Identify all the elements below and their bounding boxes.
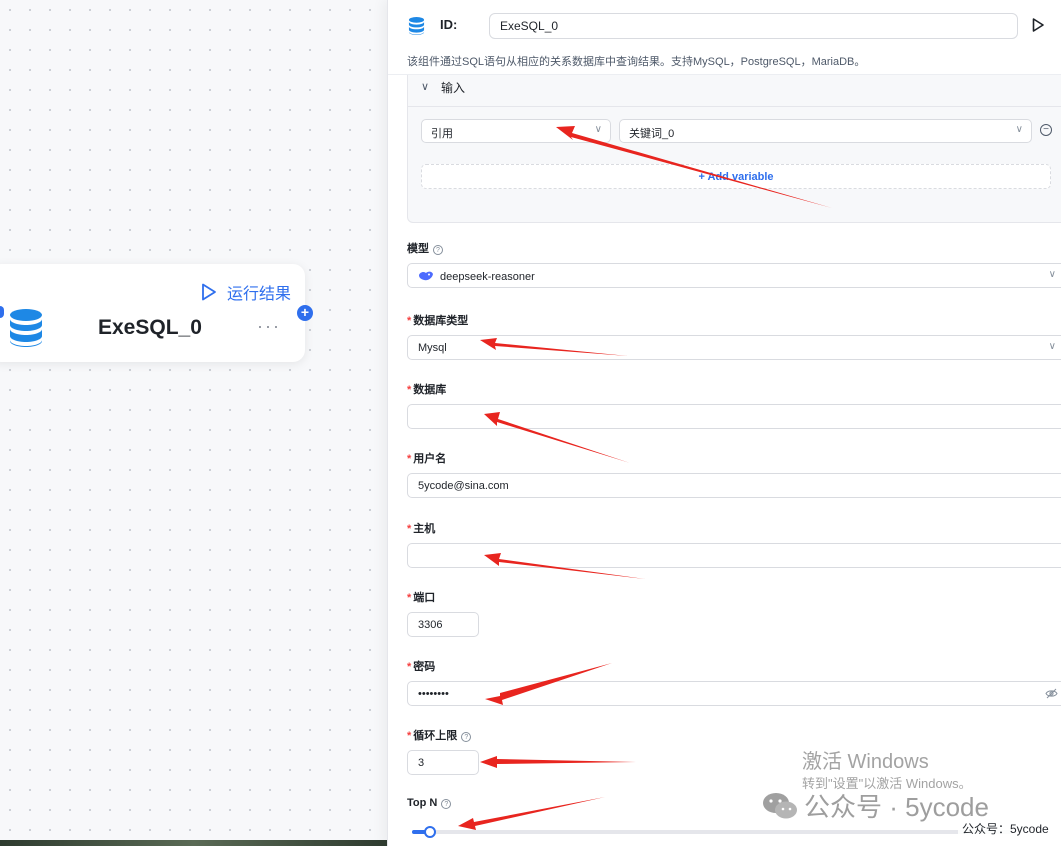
database-label-text: 数据库	[413, 384, 447, 396]
id-label: ID:	[440, 17, 458, 32]
properties-panel: ID: 该组件通过SQL语句从相应的关系数据库中查询结果。支持MySQL，Pos…	[387, 0, 1061, 846]
loop-limit-label-text: 循环上限	[413, 730, 458, 742]
id-input[interactable]	[489, 13, 1018, 39]
chevron-down-icon: ∨	[1048, 341, 1056, 352]
host-label: * 主机	[407, 520, 435, 536]
required-mark: *	[407, 315, 412, 327]
loop-limit-label: * 循环上限?	[407, 727, 472, 743]
model-label-text: 模型	[407, 243, 429, 255]
username-label-text: 用户名	[413, 453, 447, 465]
wechat-icon	[763, 793, 797, 819]
required-mark: *	[407, 453, 412, 465]
add-variable-button[interactable]: + Add variable	[421, 164, 1051, 189]
taskbar-edge	[0, 840, 387, 846]
exesql-node[interactable]: 运行结果 ExeSQL_0 ···	[0, 264, 305, 362]
input-section-title: 输入	[441, 81, 466, 95]
variable-type-select[interactable]: 引用 ∨	[421, 119, 611, 143]
run-result-label: 运行结果	[226, 286, 291, 303]
top-n-label: Top N?	[407, 797, 452, 809]
add-node-icon[interactable]: +	[297, 305, 313, 321]
required-mark: *	[407, 661, 412, 673]
run-icon[interactable]	[1032, 18, 1044, 32]
top-n-slider-track[interactable]	[412, 830, 1012, 834]
eye-off-icon[interactable]	[1045, 688, 1058, 699]
top-n-label-text: Top N	[407, 797, 438, 809]
help-icon[interactable]: ?	[441, 799, 452, 809]
input-section-header[interactable]: ∨ 输入	[408, 75, 1061, 107]
model-label: 模型?	[407, 240, 443, 256]
username-label: * 用户名	[407, 450, 446, 466]
chevron-down-icon: ∨	[1015, 124, 1023, 135]
db-type-value: Mysql	[418, 342, 447, 354]
deepseek-logo-icon	[419, 271, 433, 281]
db-type-label: * 数据库类型	[407, 312, 468, 328]
help-icon[interactable]: ?	[433, 245, 443, 255]
password-value: ••••••••	[418, 688, 449, 700]
plus-icon: +	[698, 171, 708, 183]
database-label: * 数据库	[407, 381, 446, 397]
run-result-button[interactable]: 运行结果	[201, 280, 291, 304]
more-icon[interactable]: ···	[257, 316, 281, 337]
port-label-text: 端口	[413, 592, 436, 604]
input-section: ∨ 输入 引用 ∨ 关键词_0 ∨ − + Add variable	[407, 75, 1061, 223]
variable-type-value: 引用	[431, 128, 453, 140]
db-type-label-text: 数据库类型	[413, 315, 469, 327]
remove-variable-icon[interactable]: −	[1040, 124, 1052, 136]
required-mark: *	[407, 523, 412, 535]
host-label-text: 主机	[413, 523, 436, 535]
add-variable-label: Add variable	[707, 171, 774, 183]
password-label: * 密码	[407, 658, 435, 674]
variable-value-select[interactable]: 关键词_0 ∨	[619, 119, 1032, 143]
chevron-down-icon: ∨	[594, 124, 602, 135]
password-input[interactable]: ••••••••	[407, 681, 1061, 706]
required-mark: *	[407, 730, 412, 742]
database-icon	[10, 309, 42, 347]
play-icon	[202, 283, 216, 301]
password-label-text: 密码	[413, 661, 436, 673]
required-mark: *	[407, 592, 412, 604]
model-select[interactable]: deepseek-reasoner ∨	[407, 263, 1061, 288]
required-mark: *	[407, 384, 412, 396]
port-input[interactable]: 3306	[407, 612, 479, 637]
db-type-select[interactable]: Mysql ∨	[407, 335, 1061, 360]
wechat-account-label: 公众号：5ycode	[958, 819, 1053, 838]
top-n-slider-handle[interactable]	[424, 826, 436, 838]
port-label: * 端口	[407, 589, 435, 605]
chevron-down-icon[interactable]: ∨	[421, 80, 429, 93]
component-description: 该组件通过SQL语句从相应的关系数据库中查询结果。支持MySQL，Postgre…	[407, 56, 866, 68]
database-icon	[408, 17, 425, 35]
help-icon[interactable]: ?	[461, 732, 472, 742]
username-input[interactable]: 5ycode@sina.com	[407, 473, 1061, 498]
loop-limit-input[interactable]: 3	[407, 750, 479, 775]
database-input[interactable]	[407, 404, 1061, 429]
wechat-brand-text: 公众号 · 5ycode	[804, 792, 989, 822]
host-input[interactable]	[407, 543, 1061, 568]
node-title: ExeSQL_0	[98, 316, 202, 339]
model-value: deepseek-reasoner	[440, 271, 535, 283]
activate-windows-title: 激活 Windows	[802, 751, 929, 773]
chevron-down-icon: ∨	[1048, 269, 1056, 280]
wechat-watermark: 公众号 · 5ycode	[762, 787, 989, 824]
variable-value: 关键词_0	[629, 128, 675, 140]
panel-header: ID: 该组件通过SQL语句从相应的关系数据库中查询结果。支持MySQL，Pos…	[388, 0, 1061, 78]
